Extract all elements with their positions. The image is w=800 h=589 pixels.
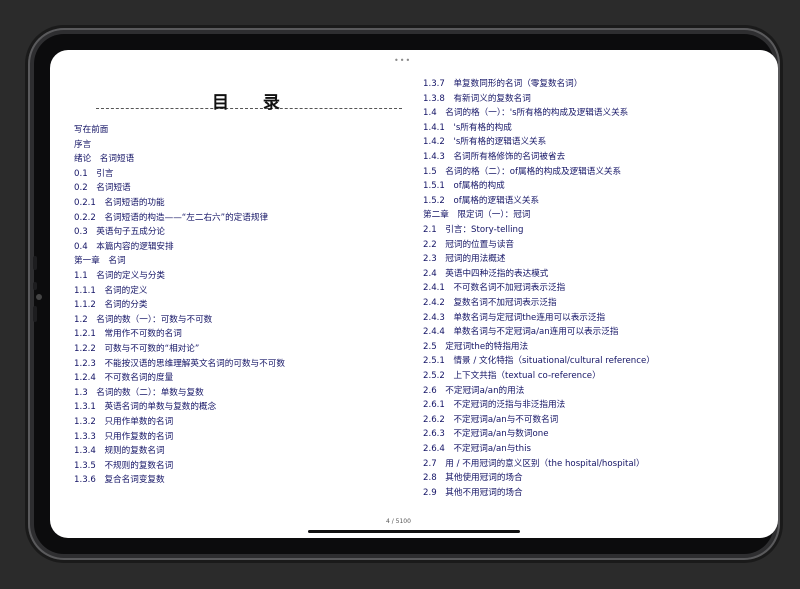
toc-entry[interactable]: 2.4.4 单数名词与不定冠词a/an连用可以表示泛指 [423,325,618,337]
toc-entry[interactable]: 1.2.1 常用作不可数的名词 [74,327,182,339]
toc-entry[interactable]: 0.2.1 名词短语的功能 [74,196,165,208]
front-camera [36,294,42,300]
toc-entry[interactable]: 1.2.3 不能按汉语的思维理解英文名词的可数与不可数 [74,357,285,369]
toc-entry[interactable]: 1.3.6 复合名词变复数 [74,473,165,485]
toc-entry[interactable]: 2.6 不定冠词a/an的用法 [423,384,524,396]
toc-entry[interactable]: 第一章 名词 [74,254,126,266]
toc-entry[interactable]: 1.1 名词的定义与分类 [74,269,165,281]
toc-entry[interactable]: 1.3.1 英语名词的单数与复数的概念 [74,400,216,412]
toc-entry[interactable]: 1.5.2 of属格的逻辑语义关系 [423,194,539,206]
toc-entry[interactable]: 2.5.1 情景 / 文化特指（situational/cultural ref… [423,354,655,366]
toc-entry[interactable]: 2.3 冠词的用法概述 [423,252,505,264]
toc-title: 目 录 [96,90,402,113]
toc-entry[interactable]: 2.5.2 上下文共指（textual co-reference） [423,369,601,381]
toc-entry[interactable]: 1.2.2 可数与不可数的“相对论” [74,342,199,354]
toc-entry[interactable]: 1.3 名词的数（二）：单数与复数 [74,386,204,398]
toc-entry[interactable]: 2.2 冠词的位置与读音 [423,238,514,250]
toc-entry[interactable]: 1.5 名词的格（二）：of属格的构成及逻辑语义关系 [423,165,621,177]
menu-dots-icon[interactable]: ••• [394,56,411,65]
toc-entry[interactable]: 1.3.8 有新词义的复数名词 [423,92,531,104]
toc-entry[interactable]: 1.1.1 名词的定义 [74,284,147,296]
toc-entry[interactable]: 1.4.1 's所有格的构成 [423,121,512,133]
toc-entry[interactable]: 0.3 英语句子五成分论 [74,225,165,237]
toc-entry[interactable]: 2.6.2 不定冠词a/an与不可数名词 [423,413,558,425]
toc-entry[interactable]: 2.6.3 不定冠词a/an与数词one [423,427,548,439]
toc-entry[interactable]: 1.4 名词的格（一）：'s所有格的构成及逻辑语义关系 [423,106,628,118]
toc-entry[interactable]: 序言 [74,138,91,150]
toc-entry[interactable]: 2.6.1 不定冠词的泛指与非泛指用法 [423,398,565,410]
toc-title-text: 目 录 [212,93,294,113]
toc-entry[interactable]: 1.4.2 's所有格的逻辑语义关系 [423,135,546,147]
home-indicator[interactable] [308,530,520,533]
page-indicator: 4 / 5100 [386,518,411,525]
toc-entry[interactable]: 1.5.1 of属格的构成 [423,179,505,191]
toc-entry[interactable]: 2.4.3 单数名词与定冠词the连用可以表示泛指 [423,311,605,323]
toc-entry[interactable]: 1.3.2 只用作单数的名词 [74,415,173,427]
toc-entry[interactable]: 2.4.1 不可数名词不加冠词表示泛指 [423,281,565,293]
toc-entry[interactable]: 0.2 名词短语 [74,181,131,193]
reader-screen: ••• 目 录 写在前面序言绪论 名词短语 0.1 引言 0.2 名词短语 0.2.1… [50,50,778,538]
toc-entry[interactable]: 写在前面 [74,123,108,135]
toc-entry[interactable]: 0.2.2 名词短语的构造——“左二右六”的定语规律 [74,211,268,223]
toc-entry[interactable]: 2.8 其他使用冠词的场合 [423,471,523,483]
side-button [33,306,37,322]
toc-entry[interactable]: 0.1 引言 [74,167,113,179]
toc-entry[interactable]: 第二章 限定词（一）：冠词 [423,208,530,220]
toc-entry[interactable]: 绪论 名词短语 [74,152,134,164]
side-button [33,282,37,290]
toc-entry[interactable]: 1.3.3 只用作复数的名词 [74,430,173,442]
toc-entry[interactable]: 1.2.4 不可数名词的度量 [74,371,173,383]
toc-entry[interactable]: 2.1 引言：Story-telling [423,223,523,235]
toc-entry[interactable]: 2.6.4 不定冠词a/an与this [423,442,531,454]
toc-entry[interactable]: 2.5 定冠词the的特指用法 [423,340,528,352]
toc-entry[interactable]: 2.4 英语中四种泛指的表达模式 [423,267,548,279]
toc-entry[interactable]: 1.2 名词的数（一）：可数与不可数 [74,313,212,325]
toc-entry[interactable]: 1.4.3 名词所有格修饰的名词被省去 [423,150,565,162]
toc-entry[interactable]: 2.9 其他不用冠词的场合 [423,486,523,498]
toc-entry[interactable]: 1.1.2 名词的分类 [74,298,147,310]
side-button [33,256,37,270]
toc-entry[interactable]: 1.3.7 单复数同形的名词（零复数名词） [423,77,582,89]
toc-entry[interactable]: 2.4.2 复数名词不加冠词表示泛指 [423,296,557,308]
toc-entry[interactable]: 1.3.5 不规则的复数名词 [74,459,173,471]
toc-entry[interactable]: 1.3.4 规则的复数名词 [74,444,165,456]
toc-entry[interactable]: 0.4 本篇内容的逻辑安排 [74,240,174,252]
toc-entry[interactable]: 2.7 用 / 不用冠词的意义区别（the hospital/hospital） [423,457,645,469]
